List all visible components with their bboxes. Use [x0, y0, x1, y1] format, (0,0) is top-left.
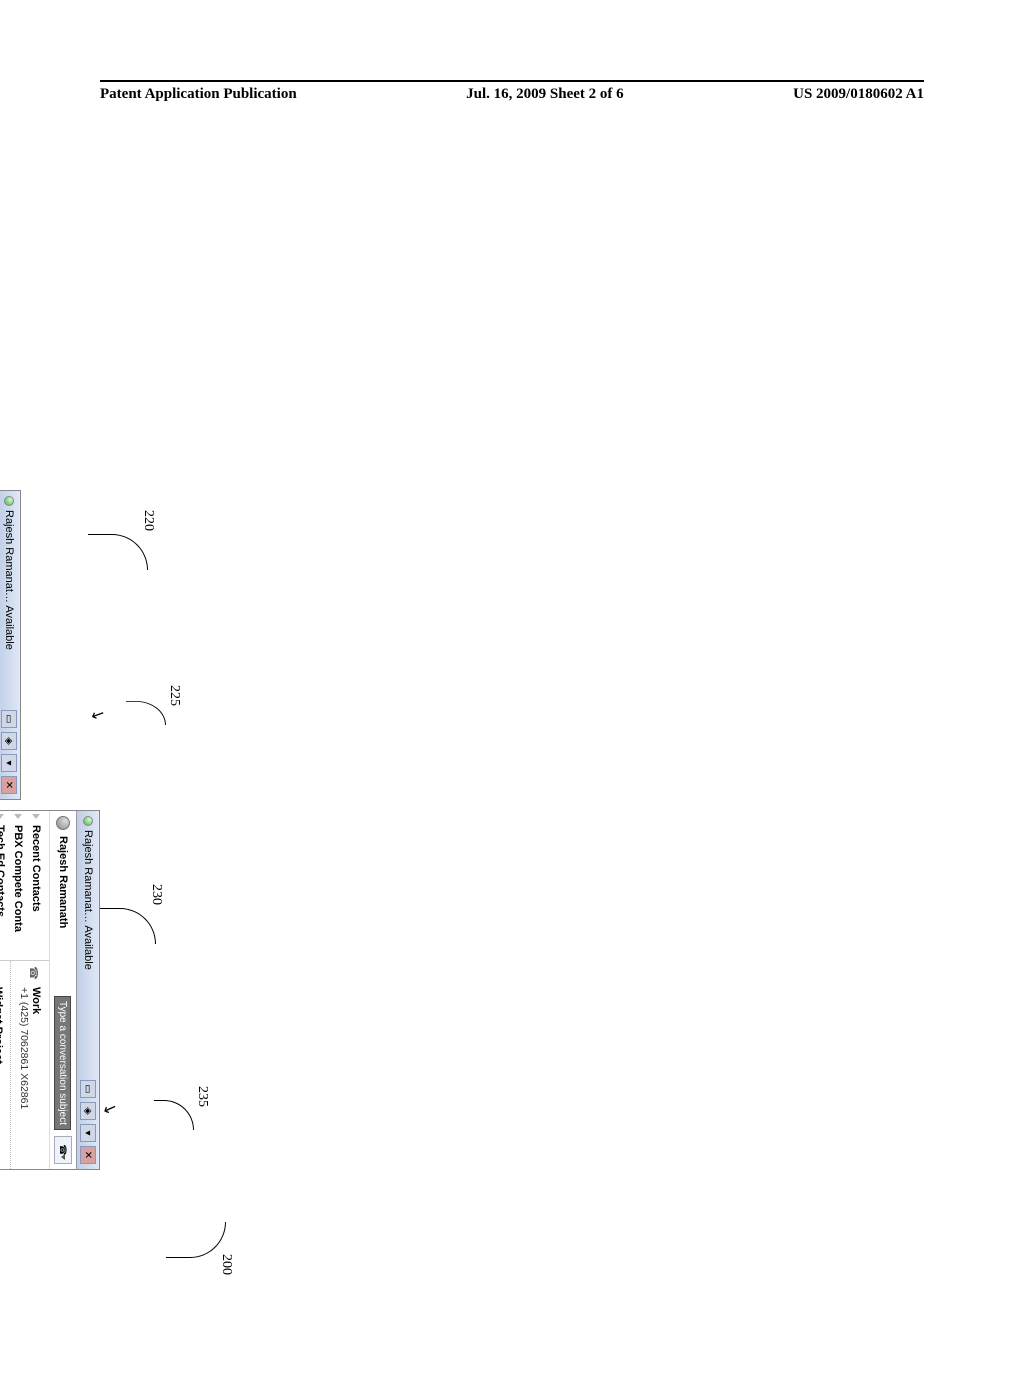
page-header: Patent Application Publication Jul. 16, …	[100, 80, 924, 103]
ref-230: 230	[148, 884, 164, 905]
subject-input[interactable]: Type a conversation subject	[55, 996, 72, 1130]
contact-name: Rajesh Ramanath	[57, 836, 69, 990]
titlebar-btn-a[interactable]: ▭	[80, 1080, 96, 1098]
communicator-window-230: Rajesh Ramanat… Available ▭ ◈ ▾ ✕ Rajesh…	[0, 810, 100, 1170]
contact-row: Rajesh Ramanath Type a conversation subj…	[49, 811, 76, 1169]
menu-item-sub: +1 (425) 7062861 X62861	[18, 987, 30, 1161]
close-icon[interactable]: ✕	[80, 1146, 96, 1164]
window-title: Rajesh Ramanat… Available	[3, 510, 15, 706]
phone-icon	[26, 965, 42, 981]
window-title: Rajesh Ramanat… Available	[82, 830, 94, 1076]
menu-item-label: Widget Project	[0, 987, 4, 1161]
figure-2-rotated: 220 225 ↘ 230 235 ↘ 200 Rajesh Ramanat… …	[0, 490, 100, 1390]
header-center: Jul. 16, 2009 Sheet 2 of 6	[466, 86, 624, 103]
communicator-window-220: Rajesh Ramanat… Available ▭ ◈ ▾ ✕ Rajesh…	[0, 490, 21, 800]
avatar-icon	[56, 816, 70, 830]
call-menu-item[interactable]: Work+1 (425) 7062861 X62861	[13, 961, 46, 1169]
ref-235: 235	[194, 1086, 210, 1107]
titlebar-btn-b[interactable]: ◈	[1, 732, 17, 750]
titlebar-btn-c[interactable]: ▾	[80, 1124, 96, 1142]
brace-200	[166, 1222, 226, 1258]
menu-item-label: Work	[30, 987, 42, 1161]
titlebar[interactable]: Rajesh Ramanat… Available ▭ ◈ ▾ ✕	[0, 491, 20, 799]
brace-230	[96, 908, 156, 944]
presence-icon	[4, 496, 14, 506]
brace-220	[88, 534, 148, 570]
brace-225	[126, 701, 166, 725]
brace-235	[154, 1100, 194, 1130]
call-menu-button[interactable]: ☎	[54, 1136, 72, 1164]
header-left: Patent Application Publication	[100, 86, 297, 103]
contact-groups-sidebar: Recent ContactsPBX Compete ContaTech Ed …	[0, 811, 49, 961]
call-menu-item[interactable]: Widget ProjectCall Contact Team	[0, 961, 11, 1169]
presence-icon	[83, 816, 93, 826]
titlebar[interactable]: Rajesh Ramanat… Available ▭ ◈ ▾ ✕	[76, 811, 99, 1169]
titlebar-btn-c[interactable]: ▾	[1, 754, 17, 772]
header-right: US 2009/0180602 A1	[793, 86, 924, 103]
call-menu-panel: Work+1 (425) 7062861 X62861Widget Projec…	[0, 961, 49, 1169]
arrow-235: ↘	[98, 1099, 121, 1118]
ref-225: 225	[166, 685, 182, 706]
titlebar-btn-b[interactable]: ◈	[80, 1102, 96, 1120]
sidebar-item[interactable]: Recent Contacts	[27, 811, 45, 960]
titlebar-btn-a[interactable]: ▭	[1, 710, 17, 728]
sidebar-item[interactable]: Tech Ed Contacts	[0, 811, 9, 960]
ref-200: 200	[218, 1254, 234, 1275]
close-icon[interactable]: ✕	[1, 776, 17, 794]
ref-220: 220	[140, 510, 156, 531]
sidebar-item[interactable]: PBX Compete Conta	[9, 811, 27, 960]
